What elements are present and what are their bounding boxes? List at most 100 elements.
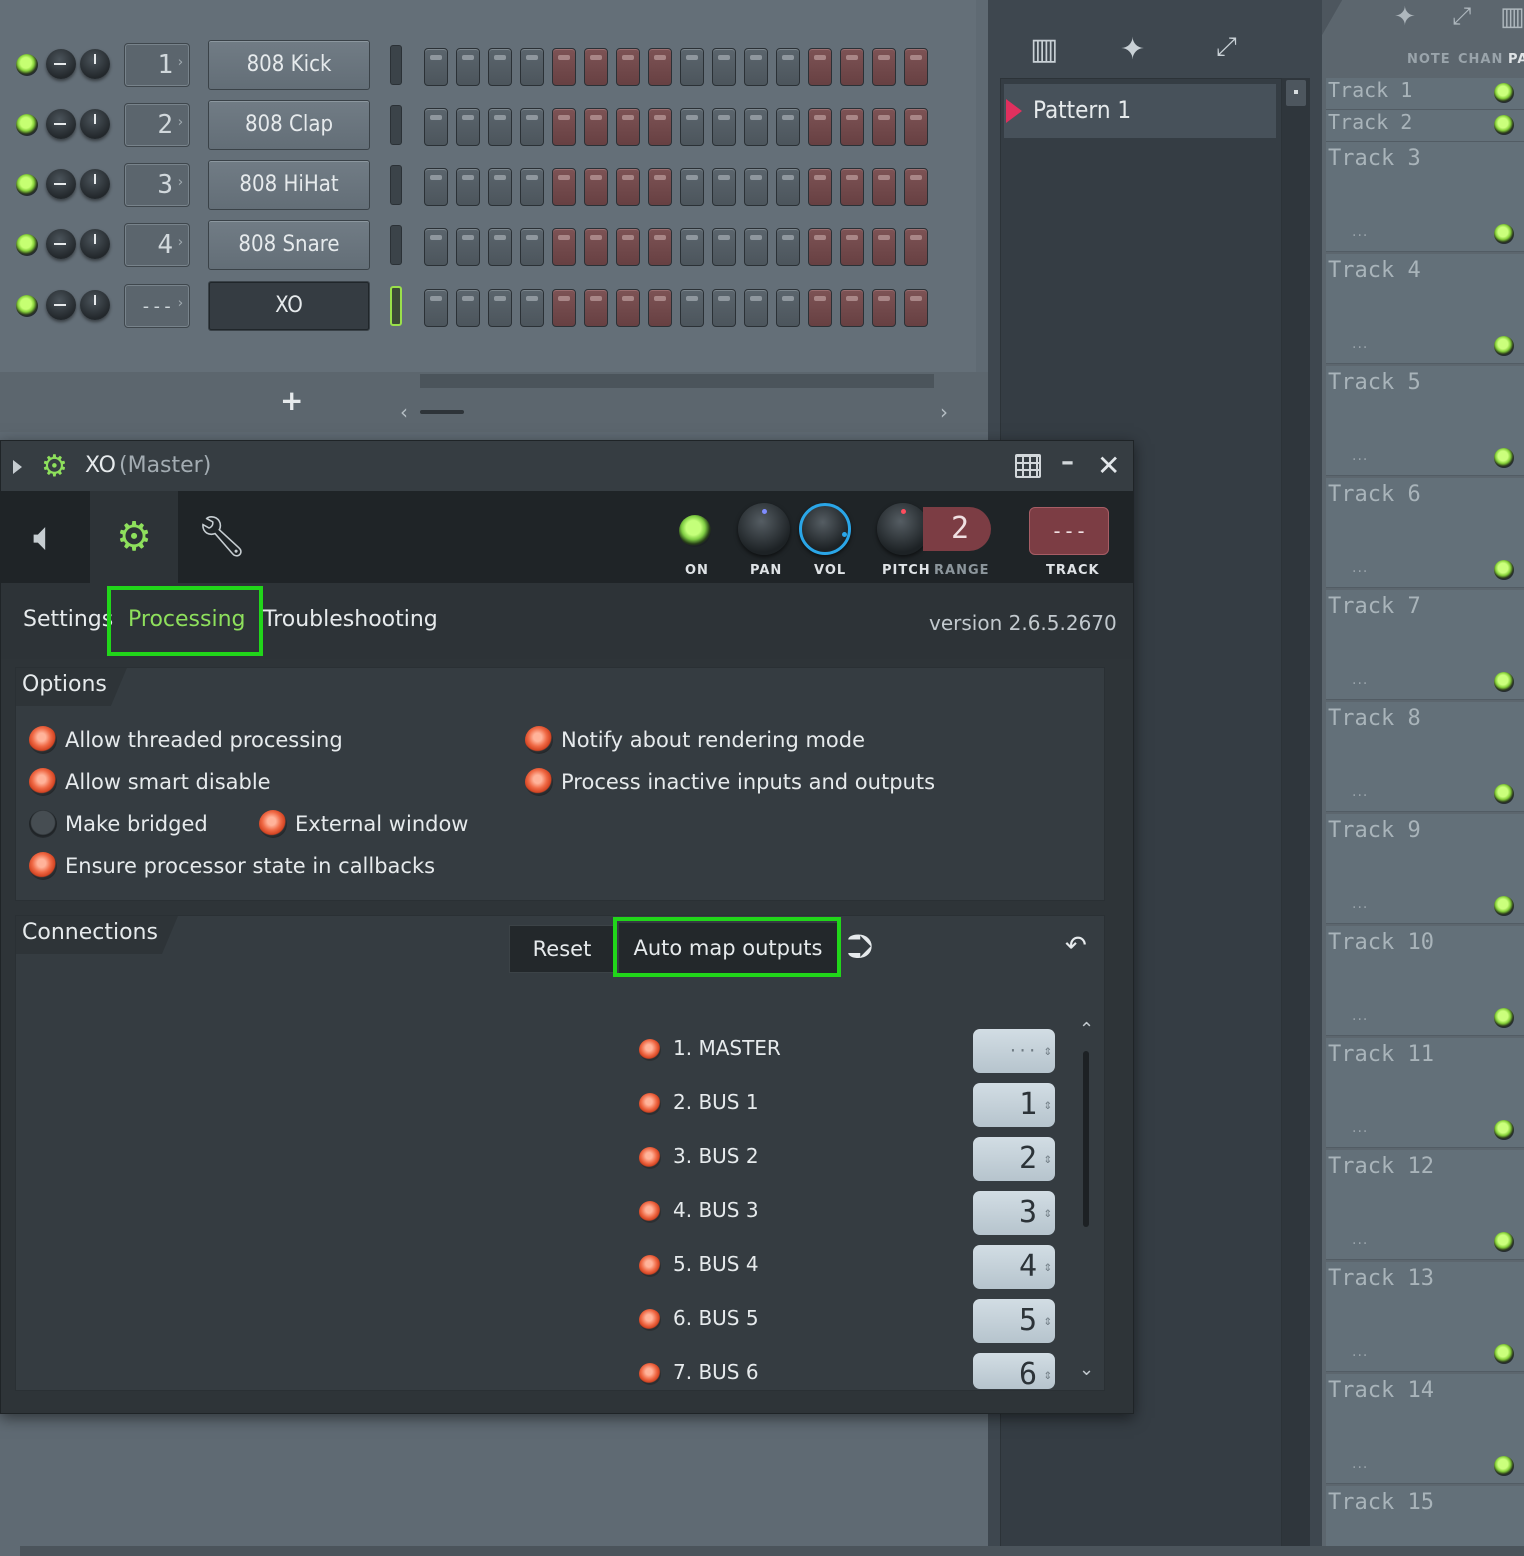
output-led[interactable] — [639, 1093, 661, 1115]
channel-volume-knob[interactable] — [80, 109, 110, 139]
channel-select-meter[interactable] — [390, 286, 402, 326]
step-button[interactable] — [616, 48, 640, 86]
audio-clip-icon[interactable]: ✦ — [1120, 32, 1145, 67]
scroll-down-icon[interactable]: ⌄ — [1079, 1359, 1094, 1380]
step-button[interactable] — [584, 228, 608, 266]
track-mute-led[interactable] — [1494, 1344, 1514, 1364]
scroll-right-icon[interactable]: › — [940, 400, 948, 424]
picker-scrollbar[interactable] — [1282, 78, 1310, 1556]
track-more-icon[interactable]: ··· — [1352, 452, 1368, 468]
step-button[interactable] — [776, 108, 800, 146]
channel-volume-knob[interactable] — [80, 49, 110, 79]
track-more-icon[interactable]: ··· — [1352, 340, 1368, 356]
step-button[interactable] — [584, 48, 608, 86]
step-button[interactable] — [904, 228, 928, 266]
track-mute-led[interactable] — [1494, 336, 1514, 356]
output-target-box[interactable]: 2 — [973, 1137, 1055, 1181]
channel-name-button[interactable]: XO — [208, 281, 370, 331]
output-led[interactable] — [639, 1255, 661, 1277]
step-button[interactable] — [680, 168, 704, 206]
step-button[interactable] — [648, 289, 672, 327]
step-button[interactable] — [712, 108, 736, 146]
step-button[interactable] — [488, 48, 512, 86]
output-led[interactable] — [639, 1147, 661, 1169]
step-button[interactable] — [712, 48, 736, 86]
playlist-track[interactable]: Track 6 ··· — [1326, 478, 1524, 588]
speaker-gear-icon[interactable]: ⚙ — [90, 491, 178, 583]
step-button[interactable] — [424, 48, 448, 86]
automation-icon[interactable]: ⤢ — [1452, 2, 1471, 30]
channel-select-meter[interactable] — [390, 45, 402, 85]
output-led[interactable] — [639, 1309, 661, 1331]
playlist-track[interactable]: Track 12 ··· — [1326, 1150, 1524, 1260]
track-mute-led[interactable] — [1494, 1120, 1514, 1140]
playlist-track[interactable]: Track 3 ··· — [1326, 142, 1524, 252]
external-window-checkbox[interactable]: External window — [259, 809, 468, 839]
playlist-track[interactable]: Track 8 ··· — [1326, 702, 1524, 812]
step-button[interactable] — [744, 289, 768, 327]
output-target-box[interactable]: 3 — [973, 1191, 1055, 1235]
track-more-icon[interactable]: ··· — [1352, 676, 1368, 692]
step-button[interactable] — [744, 48, 768, 86]
scroll-up-icon[interactable]: ⌃ — [1079, 1019, 1094, 1040]
header-note-label[interactable]: NOTE — [1407, 52, 1451, 67]
track-mute-led[interactable] — [1494, 83, 1514, 103]
automation-icon[interactable]: ⤢ — [1216, 32, 1237, 63]
channel-volume-knob[interactable] — [80, 290, 110, 320]
step-button[interactable] — [872, 289, 896, 327]
channel-volume-knob[interactable] — [80, 229, 110, 259]
track-mute-led[interactable] — [1494, 672, 1514, 692]
step-button[interactable] — [808, 48, 832, 86]
channel-mixer-track[interactable]: 2 — [124, 103, 190, 147]
allow-smart-disable-checkbox[interactable]: Allow smart disable — [29, 767, 271, 797]
step-button[interactable] — [456, 108, 480, 146]
step-button[interactable] — [520, 108, 544, 146]
step-button[interactable] — [808, 289, 832, 327]
track-mute-led[interactable] — [1494, 784, 1514, 804]
step-button[interactable] — [648, 108, 672, 146]
step-button[interactable] — [616, 108, 640, 146]
step-button[interactable] — [904, 48, 928, 86]
track-mute-led[interactable] — [1494, 560, 1514, 580]
track-more-icon[interactable]: ··· — [1352, 1460, 1368, 1476]
step-button[interactable] — [712, 228, 736, 266]
volume-knob[interactable] — [799, 503, 851, 555]
channel-pan-knob[interactable] — [46, 49, 76, 79]
channel-select-meter[interactable] — [390, 225, 402, 265]
step-button[interactable] — [680, 48, 704, 86]
step-button[interactable] — [456, 168, 480, 206]
step-button[interactable] — [584, 289, 608, 327]
mixer-track-box[interactable]: --- — [1029, 507, 1109, 555]
step-button[interactable] — [584, 108, 608, 146]
step-button[interactable] — [904, 168, 928, 206]
header-pat-label[interactable]: PA — [1508, 52, 1524, 67]
pitch-knob[interactable] — [877, 503, 929, 555]
output-target-box[interactable]: 5 — [973, 1299, 1055, 1343]
playlist-track[interactable]: Track 11 ··· — [1326, 1038, 1524, 1148]
playlist-track[interactable]: Track 1 — [1326, 78, 1524, 110]
playlist-track[interactable]: Track 5 ··· — [1326, 366, 1524, 476]
output-target-box[interactable]: 6 — [973, 1353, 1055, 1389]
channel-pan-knob[interactable] — [46, 290, 76, 320]
step-button[interactable] — [808, 228, 832, 266]
output-led[interactable] — [639, 1363, 661, 1385]
channel-mixer-track[interactable]: 3 — [124, 163, 190, 207]
tab-troubleshooting[interactable]: Troubleshooting — [263, 607, 438, 632]
step-button[interactable] — [456, 289, 480, 327]
make-bridged-checkbox[interactable]: Make bridged — [29, 809, 208, 839]
channel-pan-knob[interactable] — [46, 169, 76, 199]
track-mute-led[interactable] — [1494, 1232, 1514, 1252]
step-button[interactable] — [552, 228, 576, 266]
minimize-icon[interactable]: – — [1061, 447, 1074, 477]
track-more-icon[interactable]: ··· — [1352, 1348, 1368, 1364]
connections-scrollbar[interactable] — [1083, 1051, 1089, 1227]
channel-mixer-track[interactable]: 1 — [124, 43, 190, 87]
undo-icon[interactable]: ↶ — [1065, 931, 1087, 961]
step-button[interactable] — [680, 228, 704, 266]
speaker-icon[interactable]: 🔈︎ — [1, 491, 89, 583]
output-target-box[interactable]: ··· — [973, 1029, 1055, 1073]
pan-knob[interactable] — [738, 503, 790, 555]
add-channel-button[interactable]: + — [280, 384, 303, 417]
step-button[interactable] — [744, 108, 768, 146]
step-button[interactable] — [552, 168, 576, 206]
